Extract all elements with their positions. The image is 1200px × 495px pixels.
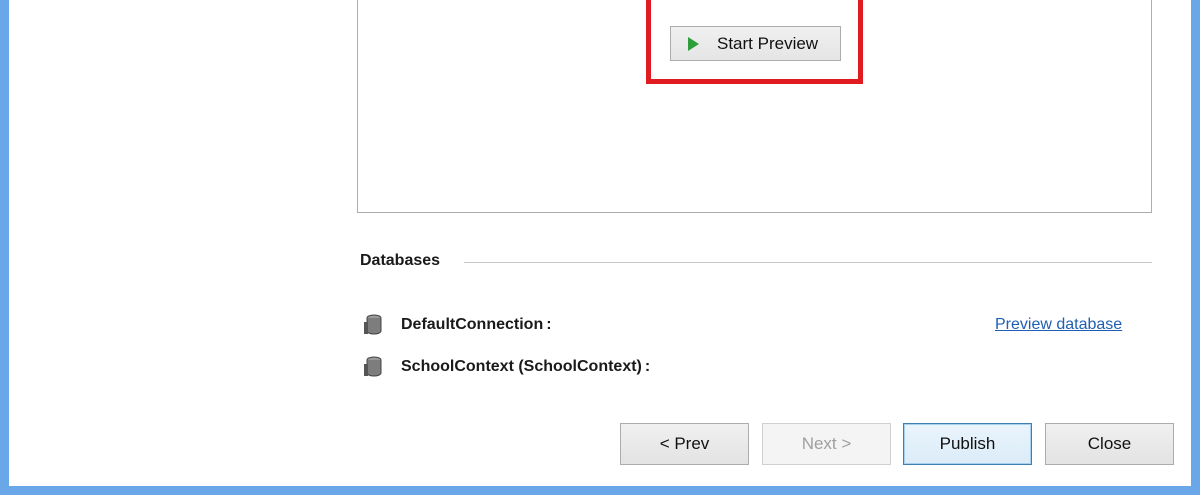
play-icon — [688, 36, 699, 51]
preview-database-link[interactable]: Preview database — [995, 316, 1122, 334]
database-colon: : — [644, 358, 651, 375]
databases-section-title: Databases — [360, 252, 441, 269]
database-icon — [364, 314, 382, 335]
database-name: DefaultConnection — [401, 316, 544, 333]
database-row-school-context: SchoolContext (SchoolContext) : — [363, 356, 650, 378]
prev-button[interactable]: < Prev — [620, 423, 749, 465]
publish-dialog: Start Preview Databases DefaultConnectio… — [0, 0, 1200, 495]
publish-button[interactable]: Publish — [903, 423, 1032, 465]
database-row-default-connection: DefaultConnection : — [363, 314, 552, 336]
section-divider — [464, 262, 1152, 263]
next-button[interactable]: Next > — [762, 423, 891, 465]
start-preview-label: Start Preview — [717, 33, 819, 53]
database-icon — [364, 356, 382, 377]
database-name: SchoolContext (SchoolContext) — [401, 358, 642, 375]
database-colon: : — [546, 316, 552, 333]
close-button[interactable]: Close — [1045, 423, 1174, 465]
start-preview-button[interactable]: Start Preview — [670, 26, 841, 61]
